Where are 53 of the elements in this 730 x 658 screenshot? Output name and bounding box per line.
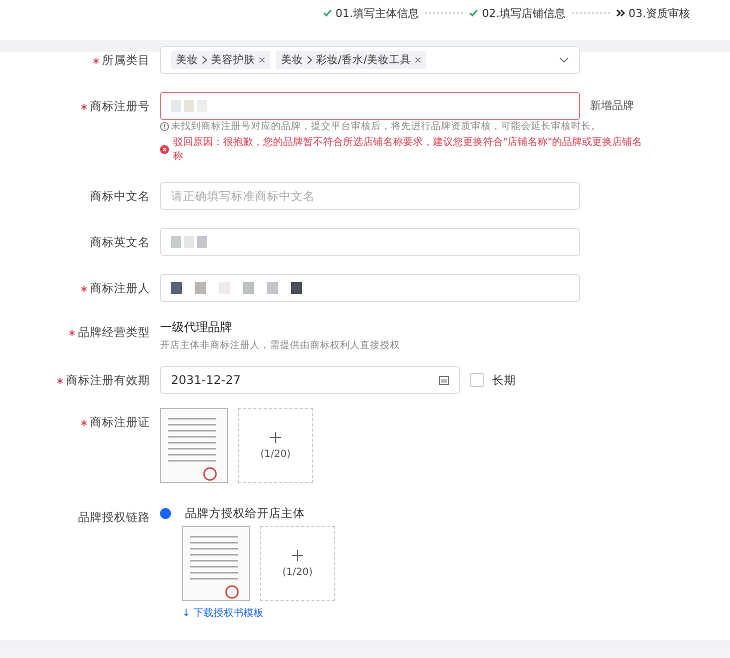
chevron-down-icon bbox=[559, 57, 569, 63]
double-chevron-icon bbox=[616, 9, 624, 17]
asterisk-icon bbox=[57, 378, 63, 384]
field-label: 商标英文名 bbox=[89, 234, 150, 251]
field-label: 品牌授权链路 bbox=[77, 509, 150, 526]
input-field[interactable] bbox=[160, 274, 580, 302]
radio-option[interactable]: 品牌方授权给开店主体 bbox=[160, 503, 580, 523]
category-name: 美妆 bbox=[281, 53, 303, 67]
field-label: 所属类目 bbox=[0, 46, 150, 74]
category-name: 彩妆/香水/美妆工具 bbox=[316, 53, 412, 67]
asterisk-icon bbox=[81, 104, 87, 110]
date-field[interactable]: 2031-12-27 bbox=[160, 366, 460, 394]
asterisk-icon bbox=[93, 58, 99, 64]
chevron-right-icon bbox=[202, 56, 207, 64]
asterisk-icon bbox=[81, 420, 87, 426]
error-icon bbox=[160, 145, 169, 154]
progress-step: 03.资质审核 bbox=[616, 6, 690, 20]
error-message: 驳回原因：很抱歉，您的品牌暂不符合所选店铺名称要求，建议您更换符合"店铺名称"的品牌或更换店铺名称 bbox=[173, 136, 643, 164]
field-label: 商标注册证 bbox=[0, 408, 150, 436]
trademark-number-field[interactable] bbox=[160, 92, 580, 120]
long-term-checkbox[interactable]: 长期 bbox=[470, 366, 516, 394]
field-label: 商标注册号 bbox=[0, 92, 150, 120]
check-icon bbox=[469, 9, 478, 17]
input-field[interactable] bbox=[160, 228, 580, 256]
category-name: 美妆 bbox=[176, 53, 198, 67]
input-field[interactable]: 请正确填写标准商标中文名 bbox=[160, 182, 580, 210]
pixelated-text bbox=[171, 100, 210, 112]
info-icon bbox=[160, 122, 169, 131]
check-icon bbox=[322, 9, 332, 17]
download-template-link[interactable]: ↓ 下载授权书模板 bbox=[182, 608, 264, 619]
category-select[interactable]: 美妆 美容护肤 美妆 彩妆/香水/美妆工具 bbox=[160, 46, 580, 74]
close-icon bbox=[415, 57, 422, 63]
asterisk-icon bbox=[69, 330, 75, 336]
field-label: 品牌经营类型 bbox=[0, 318, 150, 346]
progress-step: 01.填写主体信息 bbox=[322, 6, 419, 20]
field-label: 商标注册人 bbox=[0, 274, 150, 302]
plus-icon bbox=[292, 550, 303, 560]
field-label: 商标中文名 bbox=[89, 188, 150, 205]
chevron-right-icon bbox=[307, 56, 312, 64]
field-label: 商标注册有效期 bbox=[0, 366, 150, 394]
hint-text: 开店主体非商标注册人，需提供由商标权利人直接授权 bbox=[160, 339, 400, 352]
upload-button[interactable]: (1/20) bbox=[238, 408, 313, 483]
pixelated-text bbox=[171, 236, 210, 248]
upload-button[interactable]: (1/20) bbox=[260, 526, 335, 601]
brand-type-value: 一级代理品牌 bbox=[160, 319, 233, 336]
hint-text: 未找到商标注册号对应的品牌，提交平台审核后，将先进行品牌资质审核，可能会延长审核时长。 bbox=[171, 120, 601, 133]
plus-icon bbox=[270, 432, 281, 442]
progress-step: 02.填写店铺信息 bbox=[469, 6, 566, 20]
asterisk-icon bbox=[81, 286, 87, 292]
calendar-icon bbox=[439, 375, 449, 385]
add-brand-link[interactable]: 新增品牌 bbox=[590, 92, 730, 120]
category-name: 美容护肤 bbox=[211, 53, 255, 67]
close-icon bbox=[259, 57, 265, 63]
